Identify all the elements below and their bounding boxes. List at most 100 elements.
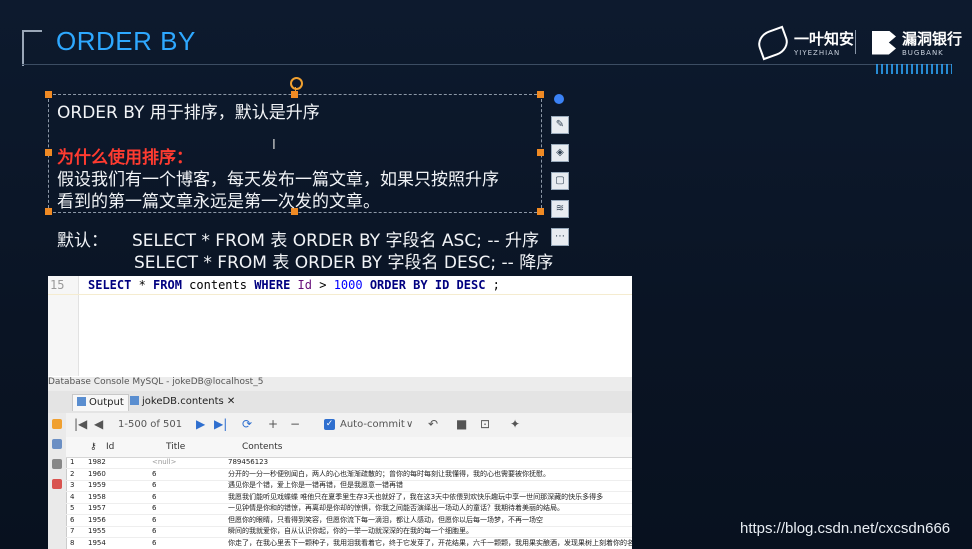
cell-n: 3 xyxy=(70,481,75,489)
cell-content: 但愿你的眼睛，只看得到笑容，但愿你流下每一滴泪，都让人感动，但愿你以后每一场梦，… xyxy=(228,515,543,524)
code-op: > xyxy=(319,278,334,292)
line-number: 15 xyxy=(50,278,65,292)
tab-output[interactable]: Output xyxy=(72,394,129,411)
cell-n: 4 xyxy=(70,492,75,501)
yiyezhian-logo: 一叶知安 YIYEZHIAN xyxy=(754,25,855,60)
logo-b-sub: BUGBANK xyxy=(902,49,944,57)
cell-title: 6 xyxy=(152,504,157,512)
table-row[interactable]: 5 1957 6 一见钟情是你和的错惊，再离却是你却的惊惧，你我之间能否演绎出一场动人… xyxy=(66,503,632,515)
console-title: Database Console MySQL - jokeDB@localhos… xyxy=(48,377,632,391)
delete-row-icon[interactable]: − xyxy=(290,417,300,431)
slide-title: ORDER BY xyxy=(56,26,196,56)
resize-handle-br[interactable] xyxy=(537,208,544,215)
cell-title: 6 xyxy=(152,492,157,501)
cell-title: 6 xyxy=(152,515,157,524)
result-toolbar: |◀ ◀ 1-500 of 501 ▶ ▶| ⟳ + − ✓ Auto-comm… xyxy=(66,413,632,438)
code-star: * xyxy=(131,278,154,292)
current-line-highlight xyxy=(48,294,632,295)
next-page-icon[interactable]: ▶ xyxy=(196,417,205,431)
editor-gutter: 15 xyxy=(48,276,79,376)
edit-shape-icon[interactable]: ✎ xyxy=(551,116,569,134)
cell-id: 1960 xyxy=(88,469,106,478)
outline-icon[interactable]: ▢ xyxy=(551,172,569,190)
resize-handle-t[interactable] xyxy=(291,91,298,98)
resize-handle-tr[interactable] xyxy=(537,91,544,98)
logo-a-sub: YIYEZHIAN xyxy=(794,49,841,57)
last-page-icon[interactable]: ▶| xyxy=(214,417,227,431)
pager-label[interactable]: 1-500 of 501 xyxy=(118,419,182,430)
cell-id: 1955 xyxy=(88,527,106,535)
cell-n: 6 xyxy=(70,515,75,524)
cell-content: 一见钟情是你和的错惊，再离却是你却的惊惧，你我之间能否演绎出一场动人的童话？我期… xyxy=(228,504,564,512)
table-row[interactable]: 7 1955 6 瞬间的我就爱你，自从认识你起，你的一举一动就深深的在我的每一个细胞里… xyxy=(66,526,632,538)
watermark-url: https://blog.csdn.net/cxcsdn666 xyxy=(740,520,951,537)
header-accent-bar xyxy=(876,64,952,74)
run-icon[interactable] xyxy=(52,419,62,429)
undo-icon[interactable]: ↶ xyxy=(428,417,438,431)
refresh-icon[interactable]: ⟳ xyxy=(242,417,252,431)
cell-title: 6 xyxy=(152,538,157,547)
textbox-line-1: ORDER BY 用于排序，默认是升序 xyxy=(57,103,320,123)
code-order-col: ID xyxy=(434,278,457,292)
resize-handle-bl[interactable] xyxy=(45,208,52,215)
autocommit-dropdown-icon[interactable]: ∨ xyxy=(406,419,413,430)
col-contents[interactable]: Contents xyxy=(242,442,282,452)
kw-order-by: ORDER BY xyxy=(362,278,435,292)
table-row[interactable]: 8 1954 6 你走了，在我心里丢下一颗种子，我用泪我看着它，终于它发芽了，开花结果… xyxy=(66,538,632,549)
cell-id: 1959 xyxy=(88,481,106,489)
rotate-handle[interactable] xyxy=(290,77,303,90)
cell-title: 6 xyxy=(152,527,157,535)
sql-desc-line: SELECT * FROM 表 ORDER BY 字段名 DESC; -- 降序 xyxy=(134,253,554,273)
pin-icon[interactable]: ✦ xyxy=(510,417,520,431)
cell-n: 2 xyxy=(70,469,75,478)
cell-content: 遇见你是个错，爱上你是一错再错，但是我愿意一错再错 xyxy=(228,481,403,489)
table-row[interactable]: 4 1958 6 我愿我们能听见戏蝶蝶 唯他只在夏季里生存3天也就好了，我在这3天中依… xyxy=(66,492,632,504)
cell-id: 1957 xyxy=(88,504,106,512)
text-cursor-icon: I xyxy=(272,138,276,153)
table-row[interactable]: 6 1956 6 但愿你的眼睛，只看得到笑容，但愿你流下每一滴泪，都让人感动，但愿你以… xyxy=(66,515,632,527)
resize-handle-r[interactable] xyxy=(537,149,544,156)
default-label: 默认： xyxy=(57,231,108,251)
col-title[interactable]: Title xyxy=(166,442,185,452)
kw-select: SELECT xyxy=(88,278,132,292)
cell-content: 你走了，在我心里丢下一颗种子，我用泪我看着它，终于它发芽了，开花结果，六千一颗颗… xyxy=(228,538,632,547)
tab-jokedb-contents[interactable]: jokeDB.contents ✕ xyxy=(126,394,239,410)
table-row[interactable]: 2 1960 6 分开的一分一秒便别闻白，两人的心也渐渐疏散的；曾你的每时每刻让我懂得… xyxy=(66,469,632,481)
stop-query-icon[interactable]: ■ xyxy=(456,417,467,431)
add-row-icon[interactable]: + xyxy=(268,417,278,431)
collapse-dot-icon[interactable] xyxy=(554,94,564,104)
cell-title: 6 xyxy=(152,469,157,478)
logo-a-text: 一叶知安 xyxy=(794,31,855,48)
cell-id: 1954 xyxy=(88,538,106,547)
table-row[interactable]: 1 1982 <null> 789456123 xyxy=(66,457,632,469)
cell-content: 分开的一分一秒便别闻白，两人的心也渐渐疏散的；曾你的每时每刻让我懂得，我的心也需… xyxy=(228,469,550,478)
export-icon[interactable]: ⊡ xyxy=(480,417,490,431)
close-tab-icon[interactable]: ✕ xyxy=(227,396,235,407)
console-left-toolbar xyxy=(48,413,67,549)
leaf-icon xyxy=(754,25,792,60)
autocommit-checkbox[interactable]: ✓ xyxy=(324,419,335,430)
tab-contents-label: jokeDB.contents xyxy=(142,396,224,407)
key-icon: ⚷ xyxy=(90,442,97,452)
cell-n: 8 xyxy=(70,538,75,547)
kw-where: WHERE xyxy=(254,278,291,292)
sql-editor[interactable]: 15 SELECT * FROM contents WHERE Id > 100… xyxy=(48,276,632,376)
textbox-line-4: 看到的第一篇文章永远是第一次发的文章。 xyxy=(57,192,380,212)
fill-icon[interactable]: ◈ xyxy=(551,144,569,162)
stop-icon[interactable] xyxy=(52,459,62,469)
first-page-icon[interactable]: |◀ xyxy=(74,417,87,431)
resize-handle-l[interactable] xyxy=(45,149,52,156)
table-icon xyxy=(130,396,139,405)
sql-code-line: SELECT * FROM contents WHERE Id > 1000 O… xyxy=(88,278,500,292)
settings-icon[interactable] xyxy=(52,439,62,449)
cell-content: 我愿我们能听见戏蝶蝶 唯他只在夏季里生存3天也就好了，我在这3天中依偎到欢快乐趣… xyxy=(228,492,604,501)
close-icon[interactable] xyxy=(52,479,62,489)
table-row[interactable]: 3 1959 6 遇见你是个错，爱上你是一错再错，但是我愿意一错再错 xyxy=(66,480,632,492)
logo-separator xyxy=(855,30,856,54)
layers-icon[interactable]: ≋ xyxy=(551,200,569,218)
cell-id: 1982 xyxy=(88,458,106,466)
resize-handle-tl[interactable] xyxy=(45,91,52,98)
more-options-icon[interactable]: ⋯ xyxy=(551,228,569,246)
prev-page-icon[interactable]: ◀ xyxy=(94,417,103,431)
col-id[interactable]: Id xyxy=(106,442,114,452)
